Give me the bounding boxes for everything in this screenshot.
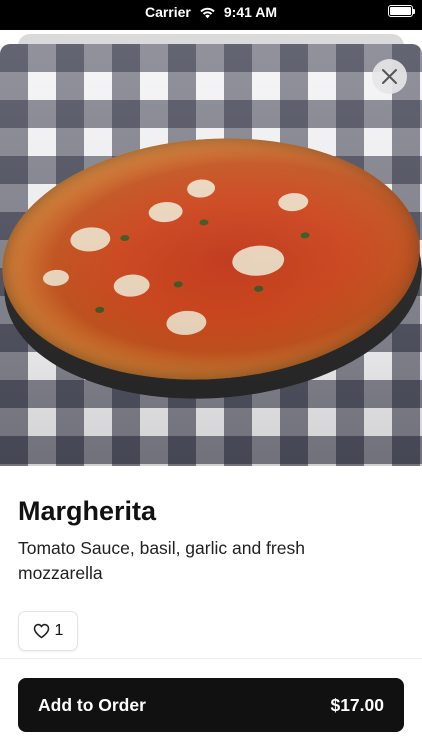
wifi-icon xyxy=(199,6,216,19)
like-button[interactable]: 1 xyxy=(18,611,78,651)
add-to-order-label: Add to Order xyxy=(38,694,146,715)
status-center: Carrier 9:41 AM xyxy=(0,4,422,20)
like-count: 1 xyxy=(54,622,64,639)
divider xyxy=(0,658,422,659)
item-detail-screen: Carrier 9:41 AM Margherita Tomato Sauce,… xyxy=(0,0,422,750)
item-title: Margherita xyxy=(18,496,157,526)
battery-icon xyxy=(388,5,415,17)
add-to-order-button[interactable]: Add to Order $17.00 xyxy=(18,678,404,732)
heart-icon xyxy=(33,623,49,639)
clock: 9:41 AM xyxy=(223,4,278,20)
close-button[interactable] xyxy=(372,59,407,94)
close-icon xyxy=(382,69,397,84)
item-description: Tomato Sauce, basil, garlic and fresh mo… xyxy=(18,538,305,583)
order-price: $17.00 xyxy=(330,694,384,715)
item-photo xyxy=(0,44,422,466)
carrier-label: Carrier xyxy=(144,4,191,20)
status-bar: Carrier 9:41 AM xyxy=(0,0,422,30)
